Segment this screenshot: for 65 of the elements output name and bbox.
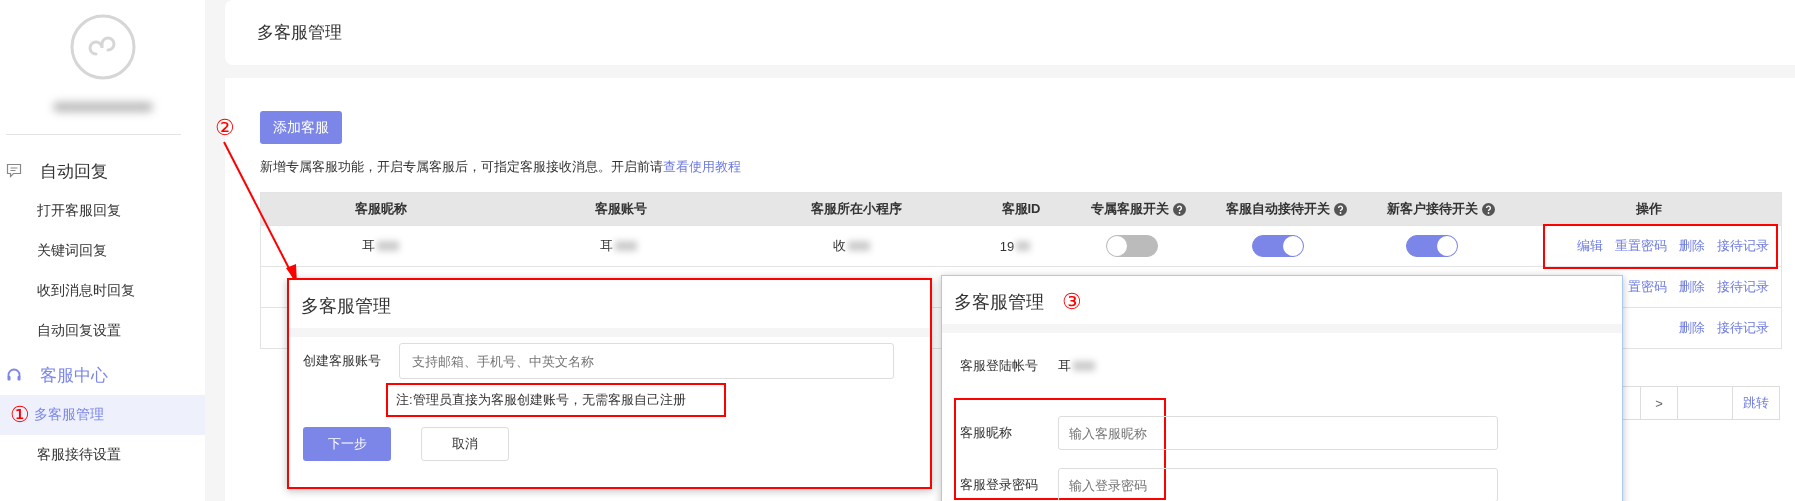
add-agent-button[interactable]: 添加客服 [260,111,342,144]
action-link[interactable]: 接待记录 [1717,278,1769,296]
dialog-title: 多客服管理 [300,295,392,318]
field-label: 客服昵称 [960,424,1013,442]
table-cell: 收 [832,237,846,255]
blurred-text [614,241,637,251]
dialog-title: 多客服管理 [954,291,1044,314]
action-link[interactable]: 删除 [1679,319,1705,337]
column-header: 客服自动接待开关 [1225,200,1330,218]
column-header: 操作 [1635,200,1662,218]
action-link[interactable]: 置密码 [1628,278,1667,296]
app-logo-icon [69,14,136,80]
blurred-text [1073,361,1095,371]
blurred-text [376,241,399,251]
blurred-text [847,241,870,251]
sidebar-item[interactable]: 客服接待设置 [0,435,205,475]
next-button[interactable]: 下一步 [303,427,391,461]
column-header: 客服ID [1001,200,1041,218]
step-marker: ③ [1062,291,1082,313]
tutorial-link[interactable]: 查看使用教程 [663,159,741,174]
action-link[interactable]: 删除 [1679,278,1705,296]
sidebar-item[interactable]: 关键词回复 [0,231,205,271]
column-header: 专属客服开关 [1091,200,1169,218]
chat-icon [6,163,22,179]
column-header: 客服所在小程序 [810,200,902,218]
note-text: 注:管理员直接为客服创建账号，无需客服自己注册 [396,392,686,407]
column-header: 新客户接待开关 [1387,200,1478,218]
action-link[interactable]: 接待记录 [1717,319,1769,337]
field-label: 客服登陆帐号 [960,357,1039,375]
column-header: 客服昵称 [355,200,407,218]
next-page-button[interactable]: > [1640,386,1678,420]
field-label: 创建客服账号 [303,352,382,370]
input-field[interactable]: 输入登录密码 [1058,468,1498,501]
cancel-button[interactable]: 取消 [421,427,509,461]
menu-group-label[interactable]: 客服中心 [40,363,108,387]
headset-icon [6,367,22,383]
toggle-switch[interactable] [1251,235,1304,257]
help-icon[interactable] [1333,202,1347,216]
sidebar-item[interactable]: 收到消息时回复 [0,271,205,311]
account-input-field[interactable]: 支持邮箱、手机号、中英文名称 [399,343,894,379]
help-icon[interactable] [1173,202,1186,216]
step-marker: ② [215,117,235,139]
notice-text: 新增专属客服功能，开启专属客服后，可指定客服接收消息。开启前请查看使用教程 [260,158,742,176]
page-input-field[interactable] [1677,386,1733,420]
table-cell: 耳 [599,237,613,255]
step-marker: ① [10,404,30,426]
action-link[interactable]: 重置密码 [1615,237,1667,255]
blurred-text [1016,241,1031,251]
table-cell: 19 [999,238,1015,254]
field-label: 客服登录密码 [960,476,1039,494]
action-link[interactable]: 接待记录 [1717,237,1769,255]
account-value: 耳 [1058,357,1071,375]
action-link[interactable]: 删除 [1679,237,1705,255]
toggle-switch[interactable] [1105,235,1158,257]
sidebar-item[interactable]: 打开客服回复 [0,191,205,231]
action-link[interactable]: 编辑 [1577,237,1603,255]
toggle-switch[interactable] [1405,235,1458,257]
column-header: 客服账号 [595,200,647,218]
sidebar-item[interactable]: 自动回复设置 [0,311,205,351]
help-icon[interactable] [1482,202,1495,216]
menu-group-label[interactable]: 自动回复 [40,159,108,183]
table-cell: 耳 [361,237,375,255]
jump-button[interactable]: 跳转 [1732,386,1780,420]
page-title: 多客服管理 [257,22,342,44]
input-field[interactable]: 输入客服昵称 [1058,416,1498,450]
